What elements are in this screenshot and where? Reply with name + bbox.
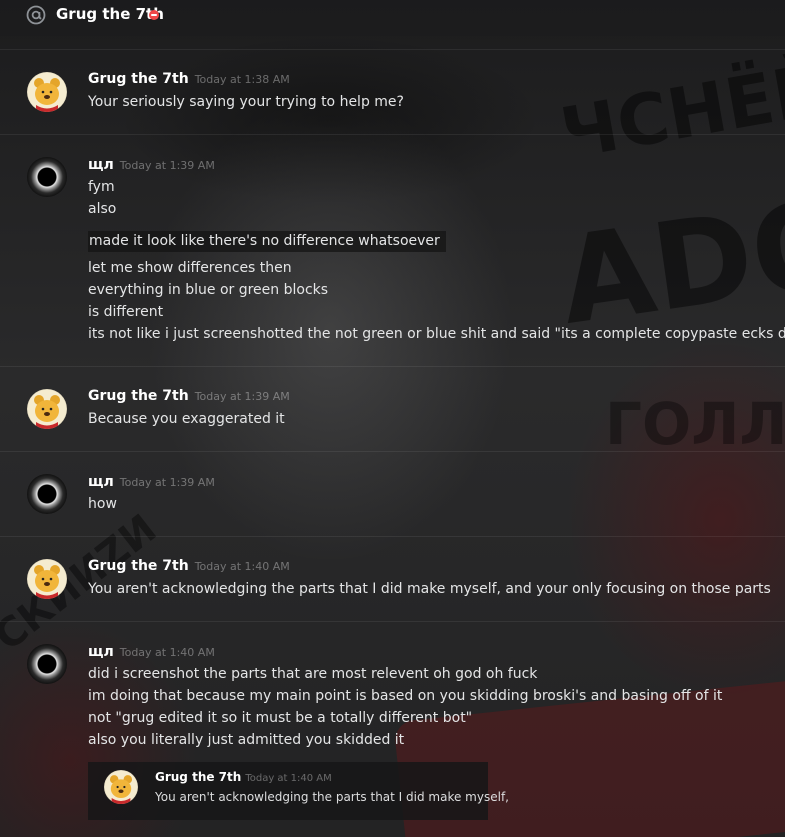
message-line: how <box>88 496 117 512</box>
message-timestamp: Today at 1:39 AM <box>119 476 215 489</box>
message-timestamp: Today at 1:40 AM <box>119 646 215 659</box>
message-author[interactable]: Grug the 7th Today at 1:38 AM <box>88 71 290 87</box>
message-timestamp: Today at 1:38 AM <box>194 73 290 86</box>
message-line: also <box>88 201 117 217</box>
eclipse-avatar[interactable] <box>27 644 67 684</box>
eclipse-avatar[interactable] <box>27 157 67 197</box>
message-divider <box>0 621 785 622</box>
message-line: Your seriously saying your trying to hel… <box>88 94 404 110</box>
message-divider <box>0 134 785 135</box>
message-line: let me show differences then <box>88 260 292 276</box>
message-line: not "grug edited it so it must be a tota… <box>88 710 473 726</box>
message-divider <box>0 536 785 537</box>
quoted-message[interactable]: Grug the 7th Today at 1:40 AM You aren't … <box>88 762 509 820</box>
quoted-author: Grug the 7th Today at 1:40 AM <box>155 770 332 784</box>
channel-header: Grug the 7th <box>0 0 785 36</box>
message-divider <box>0 366 785 367</box>
message-line: also you literally just admitted you ski… <box>88 732 405 748</box>
winnie-the-pooh-avatar[interactable] <box>27 389 67 429</box>
message-author[interactable]: щл Today at 1:39 AM <box>88 157 215 173</box>
message-author[interactable]: Grug the 7th Today at 1:40 AM <box>88 558 290 574</box>
highlighted-message-line: made it look like there's no difference … <box>88 231 446 252</box>
channel-title: Grug the 7th <box>56 5 164 23</box>
quoted-timestamp: Today at 1:40 AM <box>245 773 332 784</box>
message-author[interactable]: Grug the 7th Today at 1:39 AM <box>88 388 290 404</box>
message-timestamp: Today at 1:39 AM <box>119 159 215 172</box>
quoted-text: You aren't acknowledging the parts that … <box>155 790 509 804</box>
message-line: fym <box>88 179 115 195</box>
winnie-the-pooh-avatar[interactable] <box>27 559 67 599</box>
message-author[interactable]: щл Today at 1:39 AM <box>88 474 215 490</box>
message-line: its not like i just screenshotted the no… <box>88 326 785 342</box>
message-line: You aren't acknowledging the parts that … <box>88 581 771 597</box>
message-author[interactable]: щл Today at 1:40 AM <box>88 644 215 660</box>
message-timestamp: Today at 1:39 AM <box>194 390 290 403</box>
message-timestamp: Today at 1:40 AM <box>194 560 290 573</box>
do-not-disturb-status-icon <box>149 10 159 20</box>
message-divider <box>0 49 785 50</box>
message-line: is different <box>88 304 164 320</box>
eclipse-avatar[interactable] <box>27 474 67 514</box>
winnie-the-pooh-avatar[interactable] <box>27 72 67 112</box>
message-line: im doing that because my main point is b… <box>88 688 723 704</box>
message-line: everything in blue or green blocks <box>88 282 329 298</box>
at-sign-icon <box>26 5 46 25</box>
message-divider <box>0 451 785 452</box>
message-line: Because you exaggerated it <box>88 411 285 427</box>
winnie-the-pooh-avatar <box>104 770 138 804</box>
message-line: did i screenshot the parts that are most… <box>88 666 538 682</box>
